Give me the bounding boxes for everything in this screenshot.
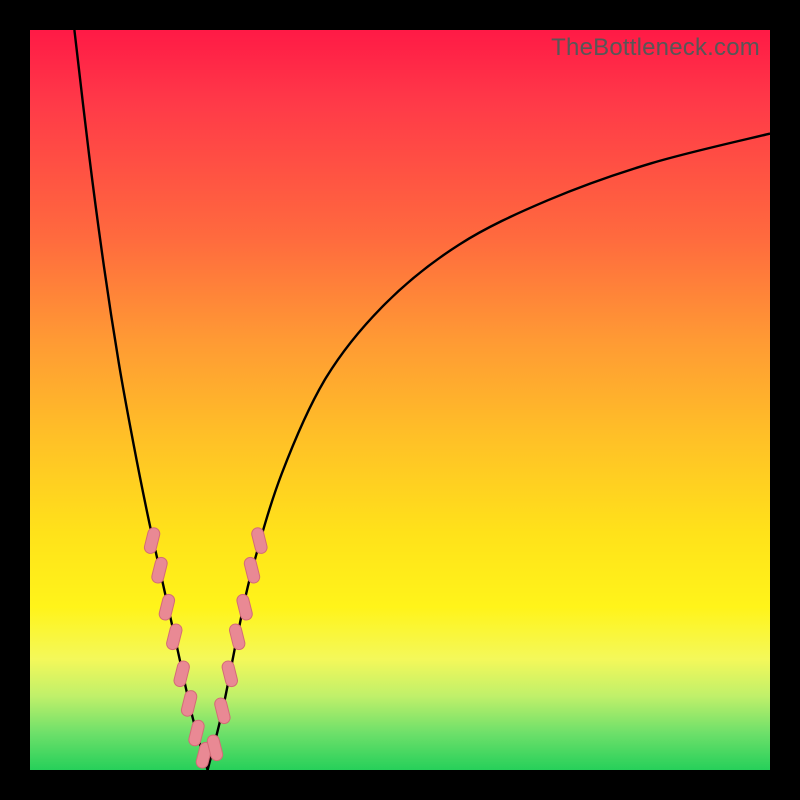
valley-marker — [143, 527, 161, 555]
valley-marker — [236, 593, 254, 621]
valley-markers — [143, 527, 268, 770]
plot-area: TheBottleneck.com — [30, 30, 770, 770]
curve-layer — [30, 30, 770, 770]
valley-marker — [228, 623, 246, 651]
chart-frame: TheBottleneck.com — [0, 0, 800, 800]
valley-marker — [173, 660, 191, 688]
valley-marker — [243, 556, 261, 584]
valley-marker — [165, 623, 183, 651]
valley-marker — [151, 556, 169, 584]
valley-marker — [213, 697, 231, 725]
valley-marker — [180, 689, 198, 717]
curve-left — [74, 30, 207, 770]
valley-marker — [221, 660, 239, 688]
valley-marker — [250, 527, 268, 555]
curve-right — [208, 134, 770, 770]
valley-marker — [158, 593, 176, 621]
